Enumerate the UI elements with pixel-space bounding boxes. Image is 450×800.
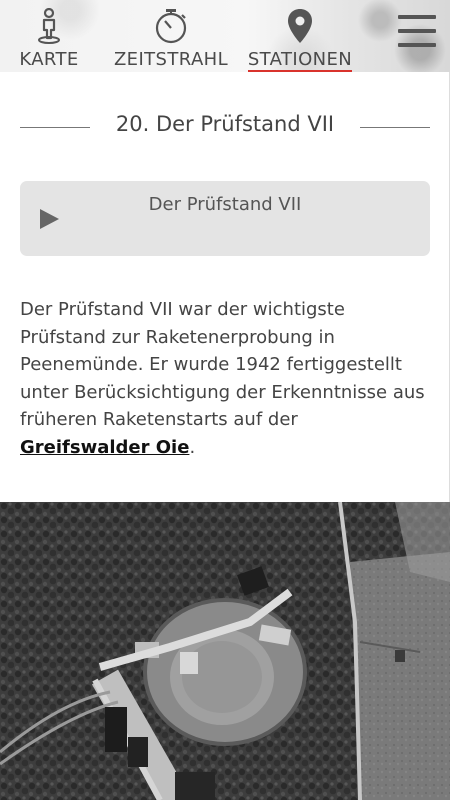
greifswalder-oie-link[interactable]: Greifswalder Oie — [20, 437, 189, 458]
nav-item-stationen[interactable]: STATIONEN — [244, 0, 356, 72]
aerial-photo-image — [0, 502, 450, 800]
nav-item-zeitstrahl[interactable]: ZEITSTRAHL — [113, 0, 229, 72]
map-pin-icon — [288, 9, 312, 43]
title-divider-left — [20, 126, 90, 128]
audio-player[interactable]: Der Prüfstand VII — [20, 181, 430, 256]
description-trailing: . — [189, 436, 196, 458]
station-content: 20. Der Prüfstand VII Der Prüfstand VII … — [0, 72, 450, 502]
nav-label-zeitstrahl: ZEITSTRAHL — [113, 49, 229, 70]
aerial-photo — [0, 502, 450, 800]
title-divider-right — [360, 126, 430, 128]
station-title-row: 20. Der Prüfstand VII — [20, 110, 430, 142]
walking-person-icon — [38, 8, 60, 44]
audio-title: Der Prüfstand VII — [148, 194, 302, 215]
top-navigation: KARTE ZEITSTRAHL STATIONEN — [0, 0, 450, 72]
hamburger-menu-icon[interactable] — [398, 15, 436, 55]
station-title: 20. Der Prüfstand VII — [115, 112, 335, 136]
nav-label-karte: KARTE — [19, 49, 79, 70]
description-text: Der Prüfstand VII war der wichtigste Prü… — [20, 299, 425, 430]
nav-item-karte[interactable]: KARTE — [14, 0, 84, 72]
station-description: Der Prüfstand VII war der wichtigste Prü… — [20, 296, 430, 461]
stopwatch-icon — [155, 9, 187, 44]
nav-label-stationen: STATIONEN — [247, 49, 353, 70]
